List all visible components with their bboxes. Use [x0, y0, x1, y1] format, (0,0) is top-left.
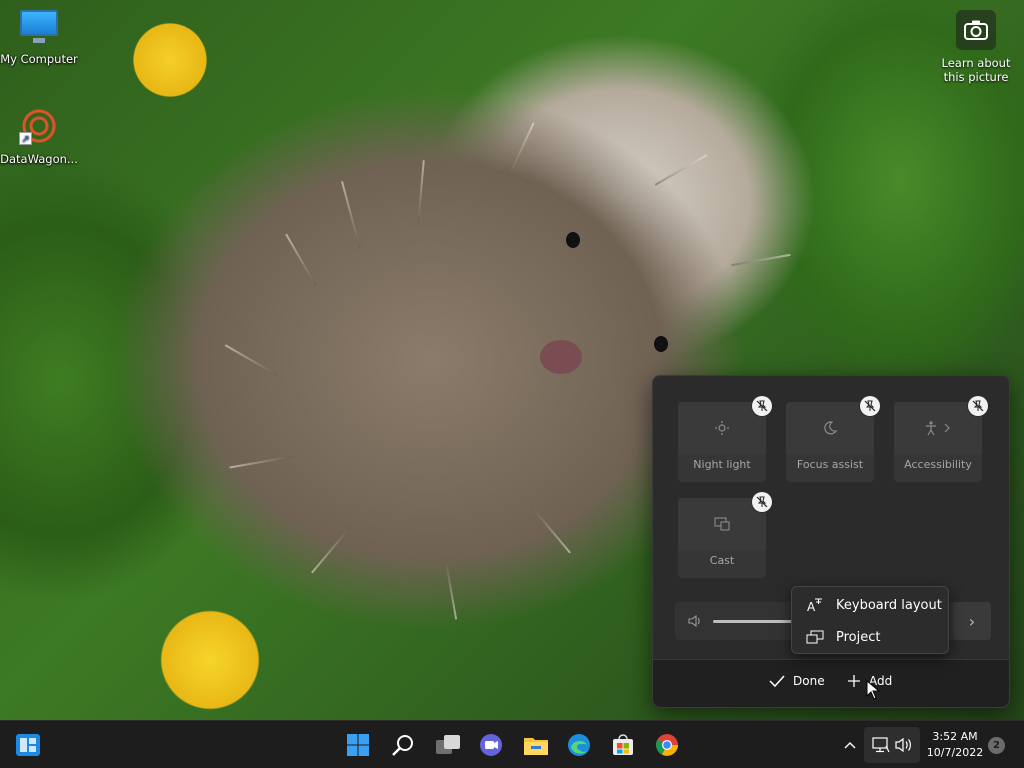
desktop-icon-my-computer[interactable]: My Computer: [0, 8, 78, 66]
start-windows-icon[interactable]: [342, 729, 374, 761]
camera-icon: [956, 10, 996, 50]
unpin-icon[interactable]: [752, 396, 772, 416]
add-tile-menu: A Keyboard layout Project: [791, 586, 949, 654]
network-icon: [872, 737, 890, 757]
quick-settings-footer: Done Add: [653, 659, 1009, 707]
clock-time: 3:52 AM: [932, 730, 978, 743]
svg-text:A: A: [807, 600, 816, 613]
desktop-icon-datawagon[interactable]: ↗ DataWagon...: [0, 108, 78, 166]
menu-item-label: Project: [836, 629, 881, 645]
chrome-browser-icon[interactable]: [651, 729, 683, 761]
project-icon: [806, 630, 824, 644]
speaker-icon[interactable]: [687, 613, 703, 633]
done-button[interactable]: Done: [769, 674, 825, 688]
tile-label: Cast: [678, 550, 766, 578]
menu-item-project[interactable]: Project: [792, 621, 948, 653]
tile-label: Focus assist: [786, 454, 874, 482]
task-view-icon[interactable]: [432, 729, 464, 761]
desktop-icon-label: My Computer: [0, 52, 78, 66]
keyboard-layout-icon: A: [807, 598, 822, 613]
mouse-cursor-icon: [866, 679, 881, 704]
done-label: Done: [793, 674, 825, 688]
widgets-icon[interactable]: [12, 729, 44, 761]
desktop-icon-label: DataWagon...: [0, 152, 78, 166]
file-explorer-icon[interactable]: [520, 729, 552, 761]
quick-settings-tray-button[interactable]: [864, 727, 920, 763]
tile-accessibility[interactable]: Accessibility: [894, 396, 988, 482]
tile-label: Accessibility: [894, 454, 982, 482]
edge-browser-icon[interactable]: [563, 729, 595, 761]
notification-count-badge[interactable]: 2: [988, 737, 1005, 754]
tile-label: Night light: [678, 454, 766, 482]
microsoft-store-icon[interactable]: [607, 729, 639, 761]
unpin-icon[interactable]: [860, 396, 880, 416]
learn-about-label: Learn about this picture: [941, 56, 1011, 84]
checkmark-icon: [769, 675, 785, 688]
clock-date: 10/7/2022: [926, 746, 984, 759]
unpin-icon[interactable]: [968, 396, 988, 416]
taskbar: 3:52 AM 10/7/2022 2: [0, 720, 1024, 768]
search-icon[interactable]: [387, 729, 419, 761]
show-hidden-icons-chevron-up-icon[interactable]: [836, 729, 864, 761]
audio-output-chevron-right-icon[interactable]: ›: [953, 602, 991, 640]
chat-icon[interactable]: [475, 729, 507, 761]
tile-night-light[interactable]: Night light: [678, 396, 772, 482]
unpin-icon[interactable]: [752, 492, 772, 512]
shortcut-arrow-icon: ↗: [19, 132, 32, 145]
quick-settings-panel: Night light Focus assist Accessibility C…: [652, 375, 1010, 708]
tile-focus-assist[interactable]: Focus assist: [786, 396, 880, 482]
datawagon-logo-icon: ↗: [17, 108, 61, 148]
plus-icon: [848, 675, 860, 687]
menu-item-keyboard-layout[interactable]: A Keyboard layout: [792, 589, 948, 621]
learn-about-this-picture[interactable]: Learn about this picture: [936, 10, 1016, 84]
volume-icon: [895, 737, 913, 757]
tile-cast[interactable]: Cast: [678, 492, 772, 578]
menu-item-label: Keyboard layout: [836, 597, 942, 613]
monitor-icon: [17, 8, 61, 48]
taskbar-clock[interactable]: 3:52 AM 10/7/2022: [924, 729, 986, 761]
